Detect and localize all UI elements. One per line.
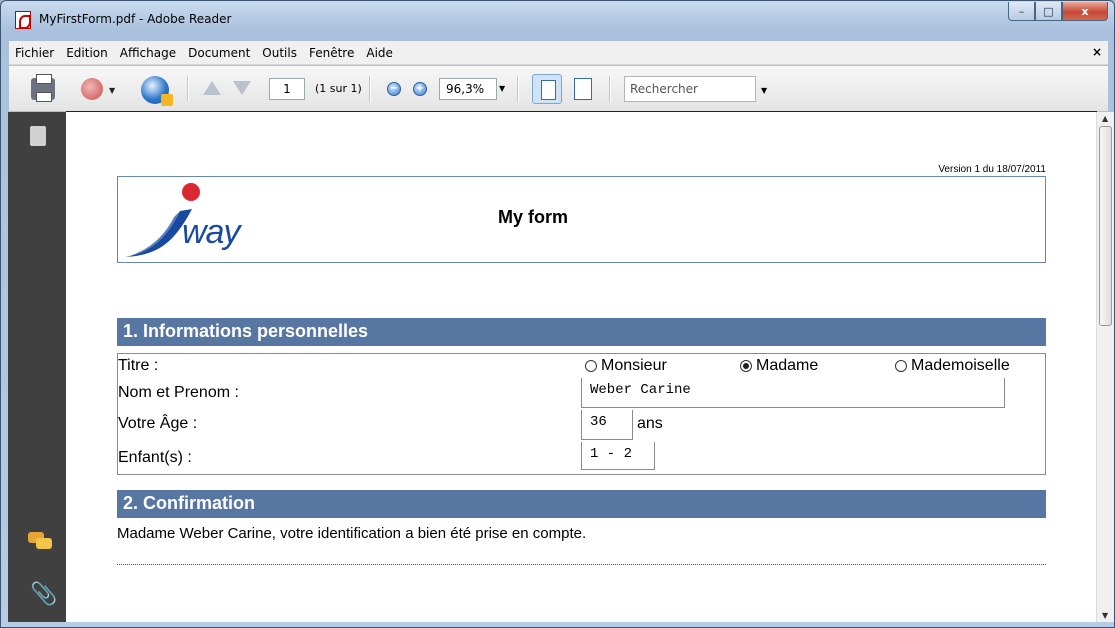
radio-monsieur[interactable]: Monsieur <box>585 357 667 375</box>
pages-icon[interactable] <box>26 122 46 146</box>
menu-bar: Fichier Edition Affichage Document Outil… <box>9 41 1108 65</box>
age-unit: ans <box>637 415 663 432</box>
share-icon[interactable] <box>81 78 103 100</box>
version-text: Version 1 du 18/07/2011 <box>938 164 1046 175</box>
radio-label: Mademoiselle <box>911 357 1010 374</box>
form-title: My form <box>498 207 569 227</box>
search-input[interactable]: Rechercher <box>624 76 756 102</box>
maximize-button[interactable]: □ <box>1035 2 1062 21</box>
toolbar-separator <box>187 76 189 102</box>
window-controls: – □ x <box>1008 2 1108 22</box>
form-header: way My form <box>117 176 1046 263</box>
fit-width-icon[interactable] <box>574 78 592 100</box>
titre-label: Titre : <box>118 357 159 374</box>
radio-circle[interactable] <box>895 360 907 372</box>
scroll-down-icon[interactable]: ▼ <box>1102 611 1108 620</box>
enfants-label: Enfant(s) : <box>118 449 192 466</box>
page-count: (1 sur 1) <box>315 82 362 95</box>
menu-aide[interactable]: Aide <box>360 46 399 60</box>
vertical-scrollbar[interactable]: ▲ ▼ <box>1096 112 1114 622</box>
comments-icon[interactable] <box>28 532 52 550</box>
minimize-button[interactable]: – <box>1008 2 1035 21</box>
section-informations-personnelles: 1. Informations personnelles <box>117 318 1046 346</box>
window-title: MyFirstForm.pdf - Adobe Reader <box>39 12 232 26</box>
collaborate-icon[interactable] <box>141 76 173 106</box>
confirmation-text: Madame Weber Carine, votre identificatio… <box>117 525 587 542</box>
document-close-button[interactable]: × <box>1092 45 1102 59</box>
menu-outils[interactable]: Outils <box>256 46 303 60</box>
menu-fenetre[interactable]: Fenêtre <box>303 46 360 60</box>
radio-circle[interactable] <box>585 360 597 372</box>
zoom-in-button[interactable]: + <box>413 82 427 96</box>
enfants-field[interactable]: 1 - 2 <box>581 442 655 470</box>
scroll-up-icon[interactable]: ▲ <box>1102 114 1108 123</box>
radio-label: Monsieur <box>601 357 667 374</box>
iway-logo: way <box>124 183 254 261</box>
radio-mademoiselle[interactable]: Mademoiselle <box>895 357 1010 375</box>
printer-icon[interactable] <box>31 74 55 102</box>
navigation-pane: 📎 <box>8 112 66 622</box>
radio-label: Madame <box>756 357 819 374</box>
toolbar: ▼ 1 (1 sur 1) − + 96,3% ▼ Rechercher ▼ <box>9 66 1108 112</box>
zoom-level-input[interactable]: 96,3% <box>439 78 497 100</box>
age-field[interactable]: 36 <box>581 410 633 440</box>
nom-label: Nom et Prenom : <box>118 384 239 401</box>
toolbar-separator <box>517 76 519 102</box>
nom-prenom-field[interactable]: Weber Carine <box>581 378 1005 408</box>
close-button[interactable]: x <box>1062 2 1108 21</box>
attachment-icon[interactable]: 📎 <box>30 582 57 607</box>
document-page: Version 1 du 18/07/2011 way My form 1. I… <box>66 112 1096 622</box>
title-bar: MyFirstForm.pdf - Adobe Reader – □ x <box>1 1 1114 41</box>
next-page-icon[interactable] <box>233 81 251 95</box>
menu-document[interactable]: Document <box>182 46 256 60</box>
fit-page-icon[interactable] <box>532 74 562 104</box>
logo-dot <box>182 183 200 201</box>
page-number-input[interactable]: 1 <box>269 78 305 100</box>
section-confirmation: 2. Confirmation <box>117 490 1046 518</box>
share-dropdown-caret[interactable]: ▼ <box>109 86 115 95</box>
radio-madame[interactable]: Madame <box>740 357 818 375</box>
personal-info-fields: Titre : Monsieur Madame Mademoiselle Nom… <box>117 353 1046 475</box>
document-top-border <box>66 111 1097 112</box>
zoom-out-button[interactable]: − <box>387 82 401 96</box>
search-dropdown-caret[interactable]: ▼ <box>761 86 767 95</box>
menu-fichier[interactable]: Fichier <box>9 46 60 60</box>
age-label: Votre Âge : <box>118 415 198 432</box>
menu-affichage[interactable]: Affichage <box>114 46 182 60</box>
adobe-reader-icon <box>15 11 31 29</box>
dotted-divider <box>117 564 1046 565</box>
radio-circle[interactable] <box>740 360 752 372</box>
previous-page-icon[interactable] <box>203 81 221 95</box>
zoom-dropdown-caret[interactable]: ▼ <box>499 84 505 93</box>
logo-text: way <box>182 213 240 251</box>
menu-edition[interactable]: Edition <box>60 46 114 60</box>
toolbar-separator <box>369 76 371 102</box>
scroll-thumb[interactable] <box>1099 126 1112 326</box>
toolbar-separator <box>609 76 611 102</box>
